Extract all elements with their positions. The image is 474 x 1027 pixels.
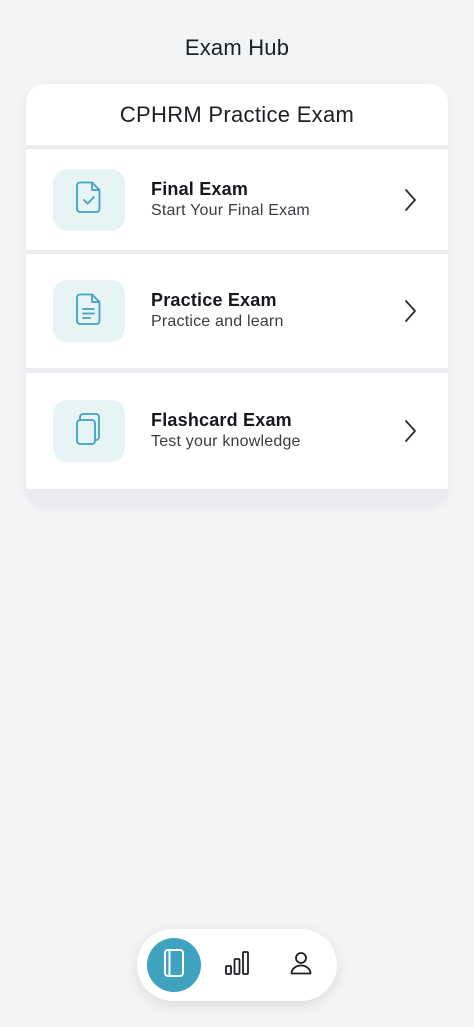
page-title: Exam Hub — [184, 35, 290, 60]
card-title: CPHRM Practice Exam — [26, 84, 448, 145]
document-text-icon — [75, 292, 103, 331]
bottom-nav — [137, 929, 337, 1001]
practice-exam-text: Practice Exam Practice and learn — [151, 289, 284, 333]
nav-profile-button[interactable] — [283, 947, 319, 983]
notebook-icon — [161, 948, 187, 983]
final-exam-icon-tile — [53, 168, 125, 231]
bar-chart-icon — [223, 949, 251, 982]
final-exam-item[interactable]: Final Exam Start Your Final Exam — [26, 149, 448, 250]
flashcard-exam-text: Flashcard Exam Test your knowledge — [151, 409, 301, 453]
nav-exams-button[interactable] — [147, 938, 201, 992]
item-subtitle: Practice and learn — [151, 313, 284, 330]
chevron-right-icon — [400, 186, 420, 214]
item-title: Flashcard Exam — [151, 410, 292, 430]
document-check-icon — [75, 180, 103, 219]
item-subtitle: Test your knowledge — [151, 433, 301, 450]
flashcard-exam-item[interactable]: Flashcard Exam Test your knowledge — [26, 373, 448, 489]
flashcard-exam-icon-tile — [53, 400, 125, 462]
user-icon — [287, 949, 315, 982]
chevron-right-icon — [400, 417, 420, 445]
final-exam-text: Final Exam Start Your Final Exam — [151, 178, 310, 222]
practice-exam-item[interactable]: Practice Exam Practice and learn — [26, 254, 448, 368]
practice-exam-icon-tile — [53, 280, 125, 342]
item-title: Final Exam — [151, 178, 249, 199]
item-title: Practice Exam — [151, 290, 277, 310]
copy-cards-icon — [74, 412, 104, 451]
exam-card: CPHRM Practice Exam Final Exam Start You… — [26, 84, 448, 505]
nav-stats-button[interactable] — [219, 947, 255, 983]
chevron-right-icon — [400, 297, 420, 325]
item-subtitle: Start Your Final Exam — [151, 201, 310, 219]
